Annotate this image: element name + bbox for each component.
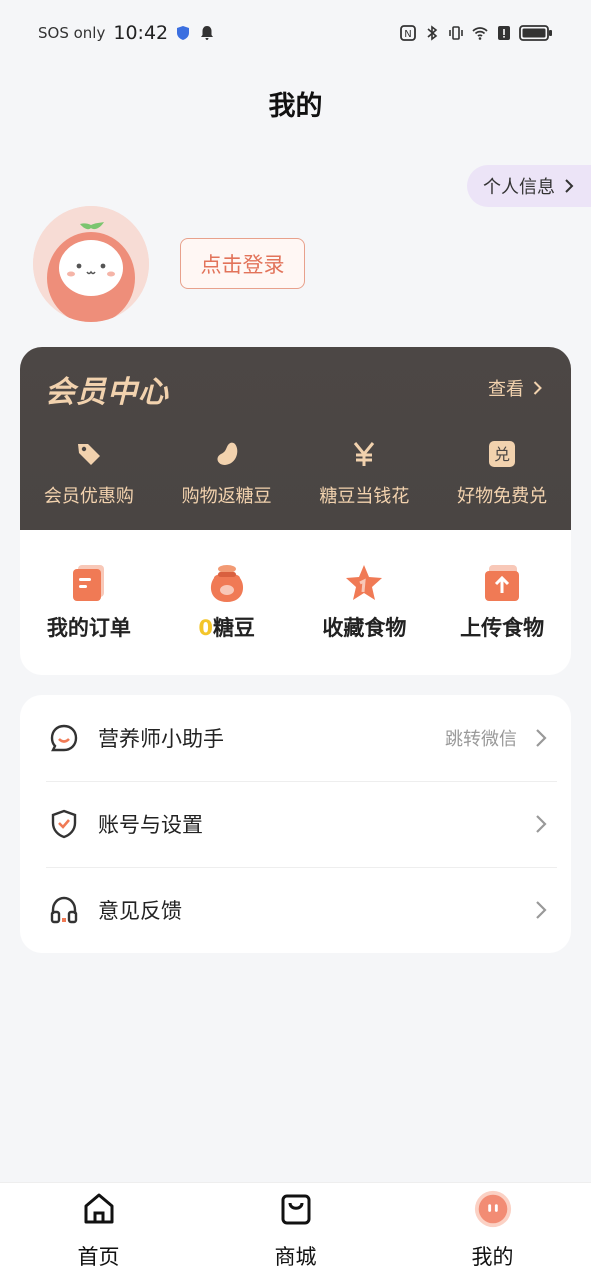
svg-text:N: N (404, 29, 411, 40)
bean-bag-icon (210, 565, 243, 602)
chat-icon (50, 724, 78, 752)
member-center-banner: 会员中心 查看 会员优惠购 购物返糖豆 糖豆当钱花 兑 好物免费兑 (20, 347, 571, 530)
quick-action-label: 收藏食物 (322, 616, 407, 640)
benefit-label: 会员优惠购 (43, 486, 134, 507)
shield-icon (51, 809, 77, 839)
menu-item-account-settings[interactable]: 账号与设置 (20, 781, 571, 867)
nav-label: 商城 (274, 1245, 317, 1269)
bean-icon (212, 439, 242, 469)
nfc-icon: N (400, 25, 416, 41)
shop-icon (276, 1189, 316, 1229)
quick-action-label: 0糖豆 (198, 612, 255, 642)
chevron-right-icon (565, 179, 574, 193)
avatar[interactable] (33, 206, 149, 322)
benefit-item[interactable]: 兑 好物免费兑 (433, 439, 571, 508)
benefit-item[interactable]: 糖豆当钱花 (296, 439, 434, 508)
login-button[interactable]: 点击登录 (180, 238, 305, 289)
chevron-right-icon (536, 901, 547, 919)
quick-action-orders[interactable]: 我的订单 (20, 562, 158, 642)
personal-info-label: 个人信息 (483, 177, 555, 198)
nav-profile[interactable]: 我的 (394, 1183, 591, 1280)
clock: 10:42 (113, 22, 169, 44)
personal-info-button[interactable]: 个人信息 (467, 165, 591, 207)
chevron-right-icon (536, 729, 547, 747)
vibrate-icon (449, 26, 463, 40)
order-icon (72, 565, 104, 601)
upload-icon (485, 565, 520, 601)
carrier-label: SOS only (38, 24, 106, 42)
profile-icon (473, 1189, 513, 1229)
alert-icon (498, 26, 510, 40)
menu-item-feedback[interactable]: 意见反馈 (20, 867, 571, 953)
menu-label: 账号与设置 (98, 813, 203, 837)
quick-actions: 我的订单 0糖豆 收藏食物 上传食物 (20, 562, 571, 642)
member-center-title: 会员中心 (45, 375, 169, 410)
benefit-label: 好物免费兑 (457, 486, 548, 507)
menu-list: 营养师小助手 跳转微信 账号与设置 意见反馈 (20, 695, 571, 953)
battery-icon (519, 25, 552, 41)
tag-icon (74, 439, 104, 469)
menu-label: 意见反馈 (98, 899, 182, 923)
menu-hint: 跳转微信 (445, 729, 517, 750)
benefit-label: 糖豆当钱花 (319, 486, 410, 507)
member-benefits: 会员优惠购 购物返糖豆 糖豆当钱花 兑 好物免费兑 (20, 439, 571, 508)
status-bar: SOS only 10:42 N (0, 0, 591, 66)
home-icon (79, 1189, 119, 1229)
quick-action-label: 我的订单 (46, 616, 131, 640)
menu-label: 营养师小助手 (98, 727, 224, 751)
nav-home[interactable]: 首页 (0, 1183, 197, 1280)
nav-shop[interactable]: 商城 (197, 1183, 394, 1280)
member-center-card: 会员中心 查看 会员优惠购 购物返糖豆 糖豆当钱花 兑 好物免费兑 我的订单 0… (20, 347, 571, 675)
exchange-icon: 兑 (487, 439, 517, 469)
nav-label: 我的 (471, 1245, 514, 1269)
chevron-right-icon (533, 381, 542, 395)
svg-text:兑: 兑 (494, 445, 510, 464)
shield-status-icon (177, 26, 190, 40)
tomato-mascot-icon (33, 206, 149, 322)
member-center-view-label: 查看 (488, 379, 524, 400)
benefit-item[interactable]: 会员优惠购 (20, 439, 158, 508)
profile-page: SOS only 10:42 N 我的 个人信息 点击登录 会员中心 查看 会员… (0, 0, 591, 1280)
wifi-icon (472, 27, 488, 40)
star-icon (346, 565, 383, 600)
bluetooth-icon (427, 25, 438, 41)
nav-label: 首页 (77, 1245, 120, 1269)
bottom-nav: 首页 商城 我的 (0, 1182, 591, 1280)
yen-icon (349, 439, 379, 469)
page-title: 我的 (268, 91, 323, 122)
quick-action-beans[interactable]: 0糖豆 (158, 562, 296, 642)
menu-item-nutritionist[interactable]: 营养师小助手 跳转微信 (20, 695, 571, 781)
bell-icon (201, 26, 214, 40)
quick-action-label: 上传食物 (460, 616, 545, 640)
benefit-label: 购物返糖豆 (181, 486, 272, 507)
benefit-item[interactable]: 购物返糖豆 (158, 439, 296, 508)
member-center-view-button[interactable]: 查看 (488, 375, 543, 401)
beans-label: 糖豆 (212, 616, 255, 640)
headphones-icon (50, 896, 78, 924)
beans-count: 0 (198, 616, 213, 640)
chevron-right-icon (536, 815, 547, 833)
quick-action-favorites[interactable]: 收藏食物 (296, 562, 434, 642)
quick-action-upload[interactable]: 上传食物 (433, 562, 571, 642)
